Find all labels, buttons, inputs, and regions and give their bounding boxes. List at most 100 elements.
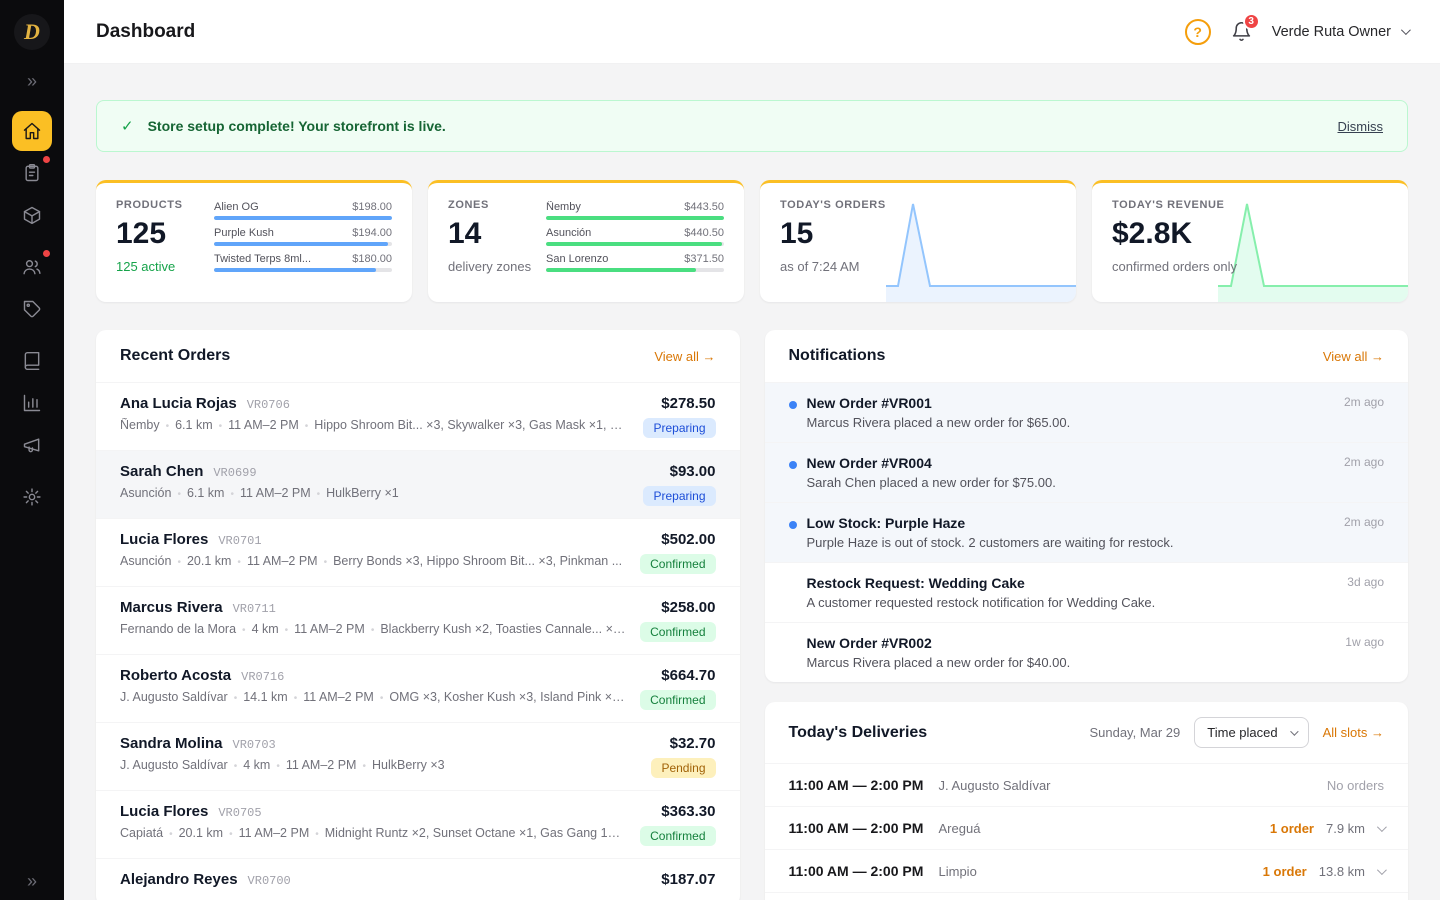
products-stat-card[interactable]: PRODUCTS 125 125 active Alien OG$198.00P… (96, 180, 412, 302)
order-id: VR0716 (241, 670, 284, 684)
order-amount: $187.07 (661, 871, 715, 888)
order-customer-name: Lucia Flores (120, 531, 208, 548)
sidebar-item-orders[interactable] (12, 153, 52, 193)
notification-title: New Order #VR004 (807, 455, 1322, 471)
stat-list-item: Twisted Terps 8ml...$180.00 (214, 253, 392, 272)
order-meta: J. Augusto Saldívar•4 km•11 AM–2 PM•Hulk… (120, 758, 637, 772)
order-row[interactable]: Lucia Flores VR0701 Asunción•20.1 km•11 … (96, 518, 740, 586)
order-id: VR0711 (233, 602, 276, 616)
notification-item[interactable]: Low Stock: Purple Haze Purple Haze is ou… (765, 502, 1409, 562)
sidebar-item-customers[interactable] (12, 247, 52, 287)
delivery-order-count: 1 order (1270, 821, 1314, 836)
stat-label: TODAY'S ORDERS (780, 199, 1056, 211)
order-id: VR0700 (248, 874, 291, 888)
app-logo[interactable]: D (0, 0, 64, 64)
page-title: Dashboard (96, 21, 195, 43)
todays-orders-stat-card[interactable]: TODAY'S ORDERS 15 as of 7:24 AM (760, 180, 1076, 302)
chevron-down-icon[interactable] (1377, 822, 1387, 832)
sidebar-nav (12, 110, 52, 518)
order-row[interactable]: Roberto Acosta VR0716 J. Augusto Saldíva… (96, 654, 740, 722)
notification-item[interactable]: Restock Request: Wedding Cake A customer… (765, 562, 1409, 622)
user-name: Verde Ruta Owner (1272, 24, 1391, 40)
sidebar-item-products[interactable] (12, 195, 52, 235)
chevron-down-icon[interactable] (1377, 865, 1387, 875)
sidebar-item-menu[interactable] (12, 341, 52, 381)
user-menu[interactable]: Verde Ruta Owner (1272, 24, 1408, 40)
sidebar-item-analytics[interactable] (12, 383, 52, 423)
notification-body: Purple Haze is out of stock. 2 customers… (807, 535, 1322, 550)
sort-select[interactable]: Time placed (1194, 717, 1308, 748)
delivery-slot-row[interactable]: 11:00 AM — 2:00 PM Limpio 1 order 13.8 k… (765, 849, 1409, 892)
order-customer-name: Alejandro Reyes (120, 871, 238, 888)
success-banner: ✓ Store setup complete! Your storefront … (96, 100, 1408, 152)
content-grid: Recent Orders View all → Ana Lucia Rojas… (96, 330, 1408, 900)
stat-subtext: delivery zones (448, 259, 546, 274)
sidebar-item-settings[interactable] (12, 477, 52, 517)
delivery-slot-row[interactable]: 11:00 AM — 2:00 PM J. Augusto Saldívar N… (765, 763, 1409, 806)
sidebar-expand-button[interactable]: » (27, 72, 37, 90)
order-customer-name: Lucia Flores (120, 803, 208, 820)
delivery-order-count: No orders (1327, 778, 1384, 793)
todays-revenue-stat-card[interactable]: TODAY'S REVENUE $2.8K confirmed orders o… (1092, 180, 1408, 302)
notification-title: New Order #VR001 (807, 395, 1322, 411)
delivery-time: 11:00 AM — 2:00 PM (789, 863, 939, 879)
order-id: VR0705 (218, 806, 261, 820)
stat-value: 14 (448, 218, 546, 250)
notification-body: A customer requested restock notificatio… (807, 595, 1326, 610)
order-customer-name: Marcus Rivera (120, 599, 223, 616)
sort-select-value: Time placed (1207, 725, 1277, 740)
delivery-zone: Areguá (939, 821, 981, 836)
all-slots-link[interactable]: All slots → (1323, 725, 1384, 740)
recent-orders-panel: Recent Orders View all → Ana Lucia Rojas… (96, 330, 740, 900)
deliveries-list: 11:00 AM — 2:00 PM J. Augusto Saldívar N… (765, 763, 1409, 900)
notifications-button[interactable]: 3 (1231, 21, 1252, 42)
order-amount: $363.30 (640, 803, 715, 820)
order-meta: Asunción•6.1 km•11 AM–2 PM•HulkBerry ×1 (120, 486, 629, 500)
stat-subtext: as of 7:24 AM (780, 259, 1056, 274)
notification-time: 2m ago (1344, 455, 1384, 490)
order-id: VR0706 (247, 398, 290, 412)
order-row[interactable]: Sandra Molina VR0703 J. Augusto Saldívar… (96, 722, 740, 790)
order-status-badge: Preparing (643, 486, 715, 506)
notifications-view-all-link[interactable]: View all → (1323, 349, 1384, 364)
main-content: ✓ Store setup complete! Your storefront … (64, 64, 1440, 900)
sidebar-item-marketing[interactable] (12, 425, 52, 465)
help-button[interactable]: ? (1185, 19, 1211, 45)
order-amount: $93.00 (643, 463, 715, 480)
delivery-slot-row[interactable]: 11:00 AM — 2:00 PM Ñemby (765, 892, 1409, 900)
delivery-slot-row[interactable]: 11:00 AM — 2:00 PM Areguá 1 order 7.9 km (765, 806, 1409, 849)
stat-value: $2.8K (1112, 218, 1388, 250)
notification-item[interactable]: New Order #VR004 Sarah Chen placed a new… (765, 442, 1409, 502)
order-customer-name: Ana Lucia Rojas (120, 395, 237, 412)
sidebar-item-home[interactable] (12, 111, 52, 151)
notification-item[interactable]: New Order #VR001 Marcus Rivera placed a … (765, 382, 1409, 442)
deliveries-date: Sunday, Mar 29 (1089, 725, 1180, 740)
stat-label: PRODUCTS (116, 199, 214, 211)
zones-stat-card[interactable]: ZONES 14 delivery zones Ñemby$443.50Asun… (428, 180, 744, 302)
order-row[interactable]: Sarah Chen VR0699 Asunción•6.1 km•11 AM–… (96, 450, 740, 518)
order-row[interactable]: Ana Lucia Rojas VR0706 Ñemby•6.1 km•11 A… (96, 382, 740, 450)
zones-mini-list: Ñemby$443.50Asunción$440.50San Lorenzo$3… (546, 199, 724, 286)
chevrons-right-icon: » (27, 871, 37, 891)
order-row[interactable]: Marcus Rivera VR0711 Fernando de la Mora… (96, 586, 740, 654)
sidebar-item-tags[interactable] (12, 289, 52, 329)
sidebar-bottom-expand-button[interactable]: » (27, 871, 37, 892)
chart-icon (22, 393, 42, 413)
stat-list-item: San Lorenzo$371.50 (546, 253, 724, 272)
notification-time: 3d ago (1347, 575, 1384, 610)
order-amount: $502.00 (640, 531, 715, 548)
order-row[interactable]: Lucia Flores VR0705 Capiatá•20.1 km•11 A… (96, 790, 740, 858)
notification-item[interactable]: New Order #VR002 Marcus Rivera placed a … (765, 622, 1409, 682)
orders-view-all-link[interactable]: View all → (654, 349, 715, 364)
megaphone-icon (22, 435, 42, 455)
orders-list: Ana Lucia Rojas VR0706 Ñemby•6.1 km•11 A… (96, 382, 740, 900)
notification-title: Restock Request: Wedding Cake (807, 575, 1326, 591)
notification-body: Sarah Chen placed a new order for $75.00… (807, 475, 1322, 490)
order-id: VR0699 (213, 466, 256, 480)
dismiss-button[interactable]: Dismiss (1338, 119, 1384, 134)
notification-time: 2m ago (1344, 395, 1384, 430)
order-row[interactable]: Alejandro Reyes VR0700 $187.07 (96, 858, 740, 900)
order-meta: Capiatá•20.1 km•11 AM–2 PM•Midnight Runt… (120, 826, 626, 840)
notification-time: 2m ago (1344, 515, 1384, 550)
deliveries-title: Today's Deliveries (789, 724, 928, 742)
